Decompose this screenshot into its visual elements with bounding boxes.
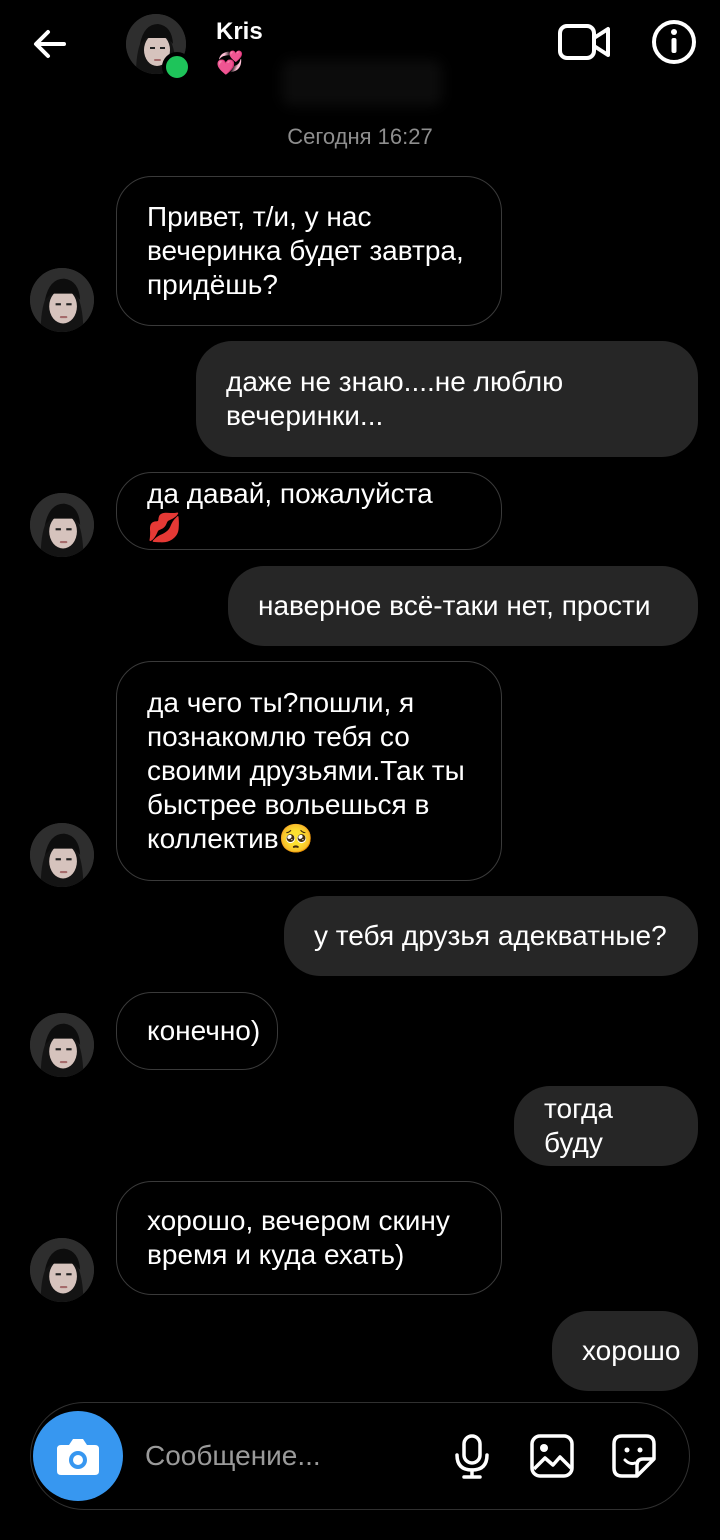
message-text: наверное всё-таки нет, прости bbox=[258, 590, 651, 621]
message-bubble-incoming[interactable]: конечно) bbox=[116, 992, 278, 1070]
sender-avatar[interactable] bbox=[30, 493, 94, 557]
message-bubble-incoming[interactable]: хорошо, вечером скину время и куда ехать) bbox=[116, 1181, 502, 1295]
conversation-timestamp: Сегодня 16:27 bbox=[287, 124, 433, 149]
contact-name[interactable]: Kris bbox=[216, 18, 263, 46]
message-text: даже не знаю....не люблю вечеринки... bbox=[226, 366, 564, 431]
message-text: у тебя друзья адекватные? bbox=[314, 920, 667, 951]
message-bubble-outgoing[interactable]: у тебя друзья адекватные? bbox=[284, 896, 698, 976]
message-input[interactable] bbox=[143, 1431, 437, 1481]
microphone-icon[interactable] bbox=[449, 1433, 495, 1479]
message-text: да чего ты?пошли, я познакомлю тебя со сво… bbox=[147, 687, 465, 854]
message-text: хорошо bbox=[582, 1335, 681, 1366]
sender-avatar[interactable] bbox=[30, 1238, 94, 1302]
message-bubble-incoming[interactable]: Привет, т/и, у нас вечеринка будет завтра… bbox=[116, 176, 502, 326]
camera-button[interactable] bbox=[33, 1411, 123, 1501]
message-text: Привет, т/и, у нас вечеринка будет завтра… bbox=[147, 201, 464, 300]
message-bubble-outgoing[interactable]: хорошо bbox=[552, 1311, 698, 1391]
sender-avatar[interactable] bbox=[30, 823, 94, 887]
message-text: конечно) bbox=[147, 1015, 261, 1046]
message-composer bbox=[30, 1402, 690, 1510]
message-bubble-incoming[interactable]: да давай, пожалуйста 💋 bbox=[116, 472, 502, 550]
status-emoji: 💞 bbox=[216, 50, 244, 75]
message-bubble-outgoing[interactable]: наверное всё-таки нет, прости bbox=[228, 566, 698, 646]
chat-header: Kris 💞 bbox=[0, 0, 720, 110]
gallery-icon[interactable] bbox=[529, 1433, 575, 1479]
arrow-left-icon[interactable] bbox=[28, 22, 72, 66]
message-text: хорошо, вечером скину время и куда ехать) bbox=[147, 1205, 450, 1270]
info-icon[interactable] bbox=[650, 18, 698, 66]
message-bubble-outgoing[interactable]: тогда буду bbox=[514, 1086, 698, 1166]
sticker-icon[interactable] bbox=[611, 1433, 657, 1479]
blurred-region bbox=[282, 60, 442, 106]
message-text: тогда буду bbox=[544, 1093, 613, 1158]
camera-icon bbox=[57, 1439, 99, 1475]
video-camera-icon[interactable] bbox=[556, 18, 612, 66]
message-text: да давай, пожалуйста 💋 bbox=[147, 478, 433, 543]
sender-avatar[interactable] bbox=[30, 268, 94, 332]
message-bubble-outgoing[interactable]: даже не знаю....не люблю вечеринки... bbox=[196, 341, 698, 457]
online-status-dot bbox=[162, 52, 192, 82]
message-bubble-incoming[interactable]: да чего ты?пошли, я познакомлю тебя со сво… bbox=[116, 661, 502, 881]
sender-avatar[interactable] bbox=[30, 1013, 94, 1077]
